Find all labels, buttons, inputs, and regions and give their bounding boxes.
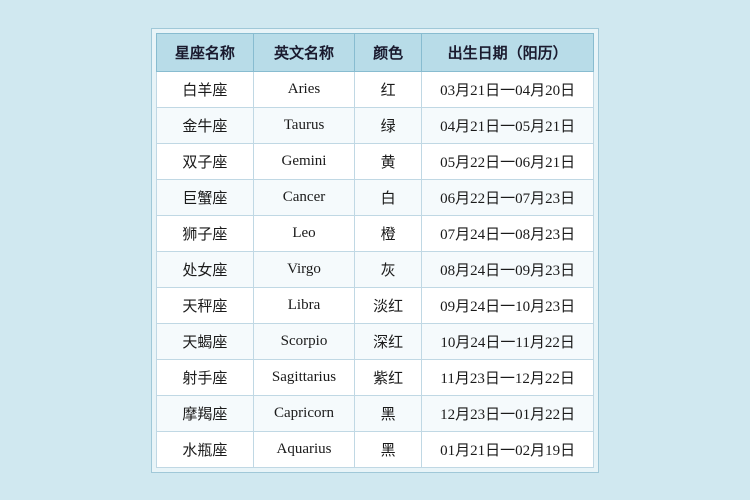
cell-date: 05月22日一06月21日 bbox=[422, 143, 594, 179]
cell-color: 淡红 bbox=[355, 287, 422, 323]
cell-chinese-name: 摩羯座 bbox=[156, 395, 253, 431]
cell-chinese-name: 金牛座 bbox=[156, 107, 253, 143]
cell-color: 黑 bbox=[355, 431, 422, 467]
cell-english-name: Virgo bbox=[253, 251, 354, 287]
cell-english-name: Gemini bbox=[253, 143, 354, 179]
cell-chinese-name: 处女座 bbox=[156, 251, 253, 287]
header-date: 出生日期（阳历） bbox=[422, 33, 594, 71]
cell-date: 12月23日一01月22日 bbox=[422, 395, 594, 431]
header-color: 颜色 bbox=[355, 33, 422, 71]
cell-chinese-name: 巨蟹座 bbox=[156, 179, 253, 215]
zodiac-table: 星座名称 英文名称 颜色 出生日期（阳历） 白羊座Aries红03月21日一04… bbox=[156, 33, 594, 468]
cell-date: 01月21日一02月19日 bbox=[422, 431, 594, 467]
cell-english-name: Leo bbox=[253, 215, 354, 251]
cell-english-name: Scorpio bbox=[253, 323, 354, 359]
cell-english-name: Cancer bbox=[253, 179, 354, 215]
table-row: 水瓶座Aquarius黑01月21日一02月19日 bbox=[156, 431, 593, 467]
cell-date: 03月21日一04月20日 bbox=[422, 71, 594, 107]
table-row: 天秤座Libra淡红09月24日一10月23日 bbox=[156, 287, 593, 323]
cell-english-name: Taurus bbox=[253, 107, 354, 143]
table-row: 处女座Virgo灰08月24日一09月23日 bbox=[156, 251, 593, 287]
cell-chinese-name: 双子座 bbox=[156, 143, 253, 179]
table-row: 巨蟹座Cancer白06月22日一07月23日 bbox=[156, 179, 593, 215]
cell-color: 白 bbox=[355, 179, 422, 215]
cell-chinese-name: 天秤座 bbox=[156, 287, 253, 323]
cell-english-name: Capricorn bbox=[253, 395, 354, 431]
cell-color: 绿 bbox=[355, 107, 422, 143]
cell-color: 灰 bbox=[355, 251, 422, 287]
cell-chinese-name: 水瓶座 bbox=[156, 431, 253, 467]
cell-date: 10月24日一11月22日 bbox=[422, 323, 594, 359]
cell-chinese-name: 天蝎座 bbox=[156, 323, 253, 359]
cell-date: 11月23日一12月22日 bbox=[422, 359, 594, 395]
cell-color: 深红 bbox=[355, 323, 422, 359]
table-row: 狮子座Leo橙07月24日一08月23日 bbox=[156, 215, 593, 251]
cell-english-name: Sagittarius bbox=[253, 359, 354, 395]
table-row: 白羊座Aries红03月21日一04月20日 bbox=[156, 71, 593, 107]
cell-chinese-name: 射手座 bbox=[156, 359, 253, 395]
cell-date: 08月24日一09月23日 bbox=[422, 251, 594, 287]
table-row: 双子座Gemini黄05月22日一06月21日 bbox=[156, 143, 593, 179]
cell-chinese-name: 白羊座 bbox=[156, 71, 253, 107]
cell-color: 黄 bbox=[355, 143, 422, 179]
cell-date: 09月24日一10月23日 bbox=[422, 287, 594, 323]
table-header-row: 星座名称 英文名称 颜色 出生日期（阳历） bbox=[156, 33, 593, 71]
zodiac-table-container: 星座名称 英文名称 颜色 出生日期（阳历） 白羊座Aries红03月21日一04… bbox=[151, 28, 599, 473]
cell-color: 红 bbox=[355, 71, 422, 107]
cell-date: 06月22日一07月23日 bbox=[422, 179, 594, 215]
table-row: 射手座Sagittarius紫红11月23日一12月22日 bbox=[156, 359, 593, 395]
cell-color: 橙 bbox=[355, 215, 422, 251]
cell-chinese-name: 狮子座 bbox=[156, 215, 253, 251]
cell-date: 04月21日一05月21日 bbox=[422, 107, 594, 143]
cell-color: 黑 bbox=[355, 395, 422, 431]
cell-english-name: Aquarius bbox=[253, 431, 354, 467]
table-row: 天蝎座Scorpio深红10月24日一11月22日 bbox=[156, 323, 593, 359]
cell-color: 紫红 bbox=[355, 359, 422, 395]
cell-english-name: Libra bbox=[253, 287, 354, 323]
header-chinese-name: 星座名称 bbox=[156, 33, 253, 71]
cell-english-name: Aries bbox=[253, 71, 354, 107]
cell-date: 07月24日一08月23日 bbox=[422, 215, 594, 251]
table-row: 摩羯座Capricorn黑12月23日一01月22日 bbox=[156, 395, 593, 431]
table-row: 金牛座Taurus绿04月21日一05月21日 bbox=[156, 107, 593, 143]
header-english-name: 英文名称 bbox=[253, 33, 354, 71]
